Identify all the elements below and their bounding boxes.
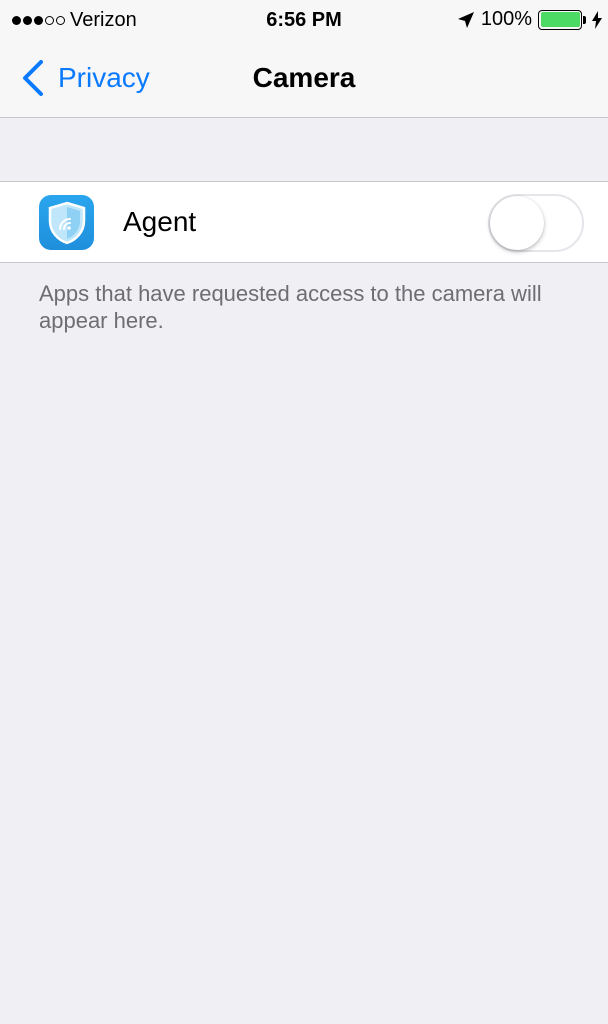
navigation-bar: Privacy Camera [0,40,608,118]
top-bar: Verizon 6:56 PM 100% Privacy Camera [0,0,608,118]
app-name-label: Agent [123,206,197,237]
status-bar: Verizon 6:56 PM 100% [0,0,608,40]
agent-camera-toggle[interactable] [488,194,584,252]
status-right: 100% [457,8,602,31]
battery-fill [540,12,580,27]
toggle-knob [490,196,544,250]
section-footer-note: Apps that have requested access to the c… [39,281,542,333]
page-title: Camera [252,62,356,93]
battery-icon [538,9,582,30]
location-arrow-icon [457,11,474,28]
shield-wifi-icon [39,195,94,250]
bolt-icon [592,10,602,29]
battery-percent: 100% [480,8,532,30]
